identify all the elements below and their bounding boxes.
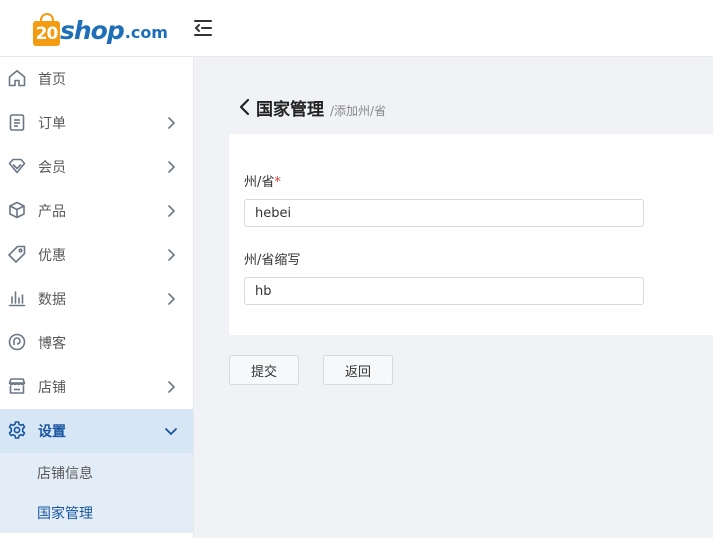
sidebar-item-label: 订单 xyxy=(38,116,66,132)
box-icon xyxy=(9,201,25,219)
page-title: 国家管理 xyxy=(256,100,324,120)
state-abbr-input[interactable] xyxy=(244,277,644,305)
logo-bag-icon: 20 xyxy=(33,13,60,46)
tag-icon xyxy=(8,245,26,263)
clipboard-icon xyxy=(9,114,25,131)
diamond-icon xyxy=(8,158,26,174)
menu-collapse-icon[interactable] xyxy=(191,16,215,40)
sidebar-subitem-country-management[interactable]: 国家管理 xyxy=(0,493,193,533)
chevron-right-icon xyxy=(168,205,176,217)
logo-badge-text: 20 xyxy=(35,24,59,44)
sidebar-item-label: 数据 xyxy=(38,292,66,308)
state-abbr-label: 州/省缩写 xyxy=(244,253,301,268)
sidebar-item-members[interactable]: 会员 xyxy=(0,145,193,189)
store-icon xyxy=(8,378,26,394)
gear-icon xyxy=(8,421,26,439)
required-mark: * xyxy=(274,175,281,190)
sidebar-item-store[interactable]: 店铺 xyxy=(0,365,193,409)
back-button[interactable]: 返回 xyxy=(323,355,393,385)
main-content: 国家管理 /添加州/省 州/省* 州/省缩写 提交 返回 xyxy=(194,57,713,538)
form-card: 州/省* 州/省缩写 xyxy=(229,134,713,335)
state-label: 州/省* xyxy=(244,171,281,190)
logo-com-text: .com xyxy=(124,23,168,42)
page-breadcrumb: /添加州/省 xyxy=(330,104,387,118)
sidebar-item-data[interactable]: 数据 xyxy=(0,277,193,321)
sidebar-item-label: 店铺 xyxy=(38,380,66,396)
sidebar-item-home[interactable]: 首页 xyxy=(0,57,193,101)
chevron-right-icon xyxy=(168,117,176,129)
blog-icon xyxy=(8,333,26,351)
sidebar-item-label: 会员 xyxy=(38,160,66,176)
sidebar-item-blog[interactable]: 博客 xyxy=(0,321,193,365)
sidebar-item-promotions[interactable]: 优惠 xyxy=(0,233,193,277)
sidebar: 首页 订单 会员 产品 优惠 数据 博客 店铺 设置 店铺信息 国家管理 xyxy=(0,57,194,538)
page-header: 国家管理 /添加州/省 xyxy=(238,95,387,120)
chevron-right-icon xyxy=(168,249,176,261)
submit-button[interactable]: 提交 xyxy=(229,355,299,385)
sidebar-item-label: 设置 xyxy=(38,424,66,440)
sidebar-item-label: 产品 xyxy=(38,204,66,220)
sidebar-item-label: 首页 xyxy=(38,72,66,88)
sidebar-item-orders[interactable]: 订单 xyxy=(0,101,193,145)
chevron-right-icon xyxy=(168,161,176,173)
sidebar-item-settings[interactable]: 设置 xyxy=(0,409,193,453)
chevron-right-icon xyxy=(168,293,176,305)
top-bar: 20 shop .com xyxy=(0,0,713,57)
state-input[interactable] xyxy=(244,199,644,227)
logo-shop-text: shop xyxy=(60,16,125,45)
bar-chart-icon xyxy=(8,291,26,307)
chevron-left-icon[interactable] xyxy=(238,98,252,116)
logo[interactable]: 20 shop .com xyxy=(33,8,168,46)
sidebar-item-label: 优惠 xyxy=(38,248,66,264)
state-label-text: 州/省 xyxy=(244,175,275,190)
home-icon xyxy=(8,70,26,87)
chevron-right-icon xyxy=(168,381,176,393)
sidebar-item-products[interactable]: 产品 xyxy=(0,189,193,233)
chevron-down-icon xyxy=(165,428,177,436)
sidebar-subitem-store-info[interactable]: 店铺信息 xyxy=(0,453,193,493)
sidebar-item-label: 博客 xyxy=(38,336,66,352)
